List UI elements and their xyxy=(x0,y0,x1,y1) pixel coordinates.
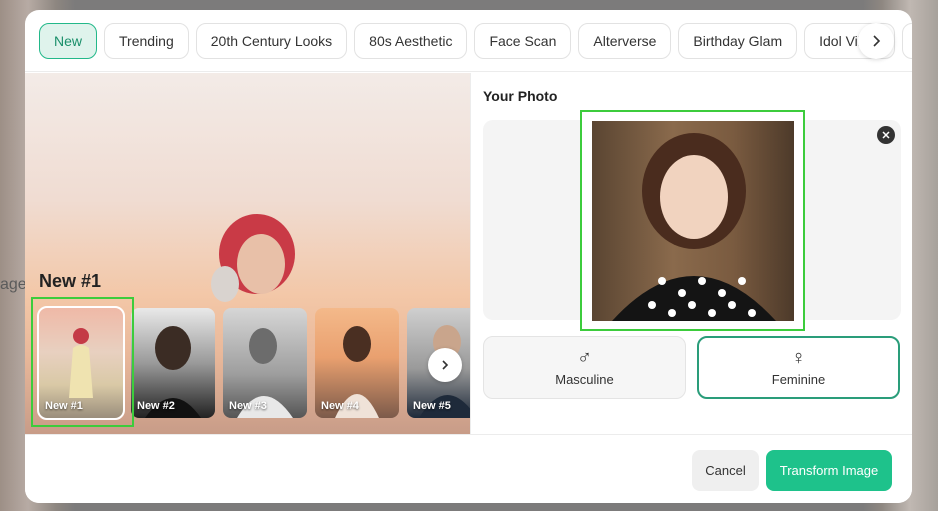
thumbnail-label: New #5 xyxy=(413,400,451,412)
category-tabs: New Trending 20th Century Looks 80s Aest… xyxy=(25,10,912,72)
tab-trending[interactable]: Trending xyxy=(104,22,189,59)
chevron-right-icon xyxy=(873,35,881,47)
thumbnails-scroll-right-button[interactable] xyxy=(428,348,462,382)
close-icon xyxy=(882,131,890,139)
remove-photo-button[interactable] xyxy=(877,126,895,144)
thumbnail-label: New #3 xyxy=(229,400,267,412)
cancel-button[interactable]: Cancel xyxy=(692,450,759,491)
tab-new[interactable]: New xyxy=(39,22,98,59)
preview-title: New #1 xyxy=(39,271,102,291)
tab-partial[interactable]: Ca xyxy=(902,22,912,59)
photo-portrait xyxy=(612,133,776,321)
tab-face-scan[interactable]: Face Scan xyxy=(474,22,572,59)
masculine-label: Masculine xyxy=(555,372,614,387)
uploaded-photo-highlight xyxy=(580,110,805,331)
female-icon: ♀ xyxy=(791,347,806,369)
your-photo-title: Your Photo xyxy=(483,88,558,104)
feminine-label: Feminine xyxy=(771,372,826,387)
tab-birthday-glam[interactable]: Birthday Glam xyxy=(678,22,798,59)
uploaded-photo xyxy=(592,121,794,321)
male-icon: ♂ xyxy=(577,347,592,369)
thumbnail-new-3[interactable]: New #3 xyxy=(223,308,307,418)
selected-thumbnail-highlight xyxy=(31,297,134,427)
feminine-option[interactable]: ♀ Feminine xyxy=(697,336,900,399)
tabs-scroll-right-button[interactable] xyxy=(858,23,894,59)
thumbnail-label: New #4 xyxy=(321,400,359,412)
thumbnail-new-2[interactable]: New #2 xyxy=(131,308,215,418)
masculine-option[interactable]: ♂ Masculine xyxy=(483,336,686,399)
thumbnail-label: New #2 xyxy=(137,400,175,412)
backdrop-text: age xyxy=(0,276,27,293)
tab-alterverse[interactable]: Alterverse xyxy=(578,22,672,59)
style-preview: New #1 New #1 New #2 New #3 New #4 New #… xyxy=(25,73,470,434)
your-photo-panel: Your Photo ♂ Masculine ♀ Feminine xyxy=(470,73,912,434)
thumbnail-new-4[interactable]: New #4 xyxy=(315,308,399,418)
transform-image-button[interactable]: Transform Image xyxy=(766,450,892,491)
transform-modal: New Trending 20th Century Looks 80s Aest… xyxy=(25,10,912,503)
tab-80s-aesthetic[interactable]: 80s Aesthetic xyxy=(354,22,468,59)
modal-footer: Cancel Transform Image xyxy=(25,434,912,503)
chevron-right-icon xyxy=(442,360,449,370)
tab-20th-century-looks[interactable]: 20th Century Looks xyxy=(195,22,348,59)
